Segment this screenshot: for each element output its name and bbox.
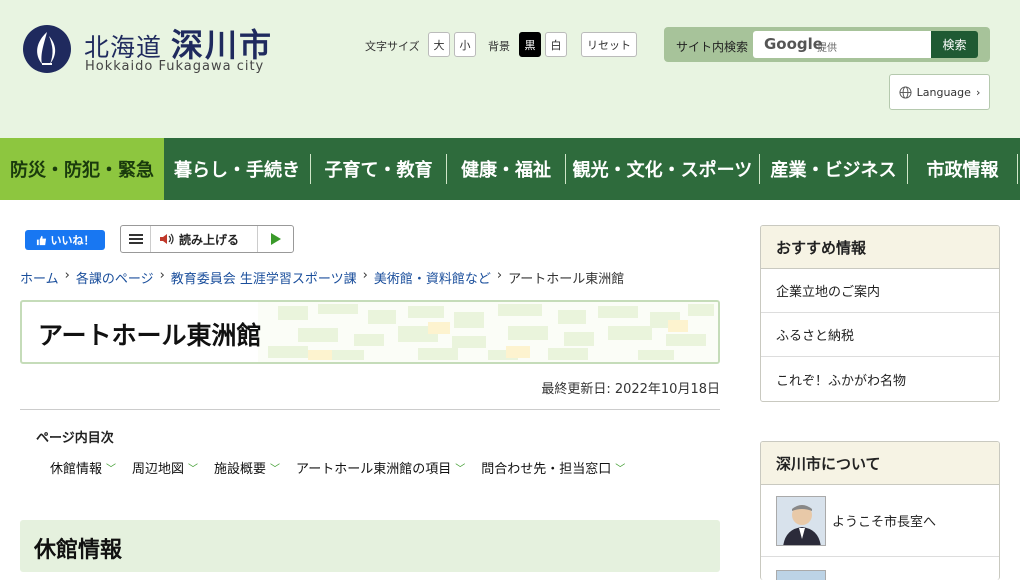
nav-item-tourism[interactable]: 観光・文化・スポーツ [566,138,759,200]
reader-label-wrap[interactable]: 読み上げる [151,231,257,248]
reader-menu-icon[interactable] [121,226,151,252]
nav-divider [1017,154,1018,184]
sidebar-item-mayor[interactable]: ようこそ市長室へ [761,485,999,557]
mayor-photo [776,495,826,546]
city-emblem-icon[interactable] [22,24,72,74]
toc-item-map[interactable]: 周辺地図 ﹀ [132,458,198,477]
chevron-right-icon: › [496,268,503,283]
sidebar-about: 深川市について ようこそ市長室へ [760,441,1000,580]
font-small-button[interactable]: 小 [454,32,476,57]
play-icon[interactable] [257,226,293,252]
chevron-right-icon: › [159,268,165,283]
nav-item-disaster[interactable]: 防災・防犯・緊急 [0,138,164,200]
toc-item-closure[interactable]: 休館情報 ﹀ [50,458,116,477]
page-toc: 休館情報 ﹀ 周辺地図 ﹀ 施設概要 ﹀ アートホール東洲館の項目 ﹀ 問合わせ… [50,458,625,477]
sidebar-recommended: おすすめ情報 企業立地のご案内 ふるさと納税 これぞ！ふかがわ名物 [760,225,1000,402]
sidebar-heading: おすすめ情報 [761,226,999,269]
sidebar-item-furusato[interactable]: ふるさと納税 [761,313,999,357]
chevron-right-icon: › [975,85,981,99]
reset-button[interactable]: リセット [581,32,637,57]
toc-label: 施設概要 [214,462,267,477]
landscape-photo [776,570,826,580]
text-reader: 読み上げる [120,225,294,253]
nav-item-living[interactable]: 暮らし・手続き [164,138,310,200]
page-title: アートホール東洲館 [38,321,262,350]
sidebar-item-business[interactable]: 企業立地のご案内 [761,269,999,313]
google-provided: 提供 [817,43,837,54]
title-decoration [258,302,718,362]
toc-label: 休館情報 [50,462,103,477]
globe-icon [899,85,912,99]
bg-black-button[interactable]: 黒 [519,32,541,57]
breadcrumb-home[interactable]: ホーム [20,268,59,287]
toc-item-contact[interactable]: 問合わせ先・担当窓口 ﹀ [481,458,625,477]
breadcrumb-museums[interactable]: 美術館・資料館など [374,268,491,287]
chevron-right-icon: › [362,268,368,283]
breadcrumb: ホーム › 各課のページ › 教育委員会 生涯学習スポーツ課 › 美術館・資料館… [20,268,624,287]
search-label: サイト内検索 [676,40,749,54]
divider [20,409,720,410]
page-title-box: アートホール東洲館 [20,300,720,364]
mayor-link-label: ようこそ市長室へ [832,515,937,530]
toc-label: 問合わせ先・担当窓口 [481,462,612,477]
global-nav: 防災・防犯・緊急 暮らし・手続き 子育て・教育 健康・福祉 観光・文化・スポーツ… [0,138,1020,200]
logo-prefecture: 北海道 [84,33,163,62]
breadcrumb-education-board[interactable]: 教育委員会 生涯学習スポーツ課 [171,268,357,287]
breadcrumb-current: アートホール東洲館 [508,272,625,287]
toc-label: 周辺地図 [132,462,185,477]
speaker-icon [160,233,174,245]
toc-title: ページ内目次 [36,431,114,446]
bg-white-button[interactable]: 白 [545,32,567,57]
chevron-down-icon: ﹀ [188,464,199,475]
like-label: いいね！ [50,234,95,247]
language-button[interactable]: Language › [889,74,990,110]
reader-label: 読み上げる [179,232,240,247]
site-search: サイト内検索 Google 提供 検索 [664,27,990,62]
breadcrumb-departments[interactable]: 各課のページ [76,268,154,287]
site-header: 北海道 深川市 Hokkaido Fukagawa city 文字サイズ 大 小… [0,0,1020,138]
search-button[interactable]: 検索 [931,31,978,58]
language-label: Language [916,85,971,99]
chevron-down-icon: ﹀ [106,464,117,475]
font-size-label: 文字サイズ [365,40,420,53]
google-brand: Google [764,35,823,53]
logo-english: Hokkaido Fukagawa city [85,59,265,74]
last-updated: 最終更新日: 2022年10月18日 [541,382,720,397]
section-heading: 休館情報 [20,520,720,572]
section-title: 休館情報 [34,538,123,563]
chevron-down-icon: ﹀ [615,464,626,475]
chevron-down-icon: ﹀ [270,464,281,475]
nav-item-health[interactable]: 健康・福祉 [447,138,565,200]
chevron-down-icon: ﹀ [455,464,466,475]
thumbs-up-icon [36,235,46,245]
font-large-button[interactable]: 大 [428,32,450,57]
sidebar-next-item[interactable] [761,557,999,580]
background-label: 背景 [488,40,510,53]
sidebar-item-specialty[interactable]: これぞ！ふかがわ名物 [761,357,999,401]
sidebar-heading: 深川市について [761,442,999,485]
toc-item-topics[interactable]: アートホール東洲館の項目 ﹀ [296,458,465,477]
toc-item-facility[interactable]: 施設概要 ﹀ [214,458,280,477]
nav-item-childcare[interactable]: 子育て・教育 [311,138,446,200]
nav-item-industry[interactable]: 産業・ビジネス [760,138,907,200]
toc-label: アートホール東洲館の項目 [296,462,452,477]
facebook-like-button[interactable]: いいね！ [25,230,105,250]
nav-item-government[interactable]: 市政情報 [908,138,1017,200]
chevron-right-icon: › [64,268,70,283]
